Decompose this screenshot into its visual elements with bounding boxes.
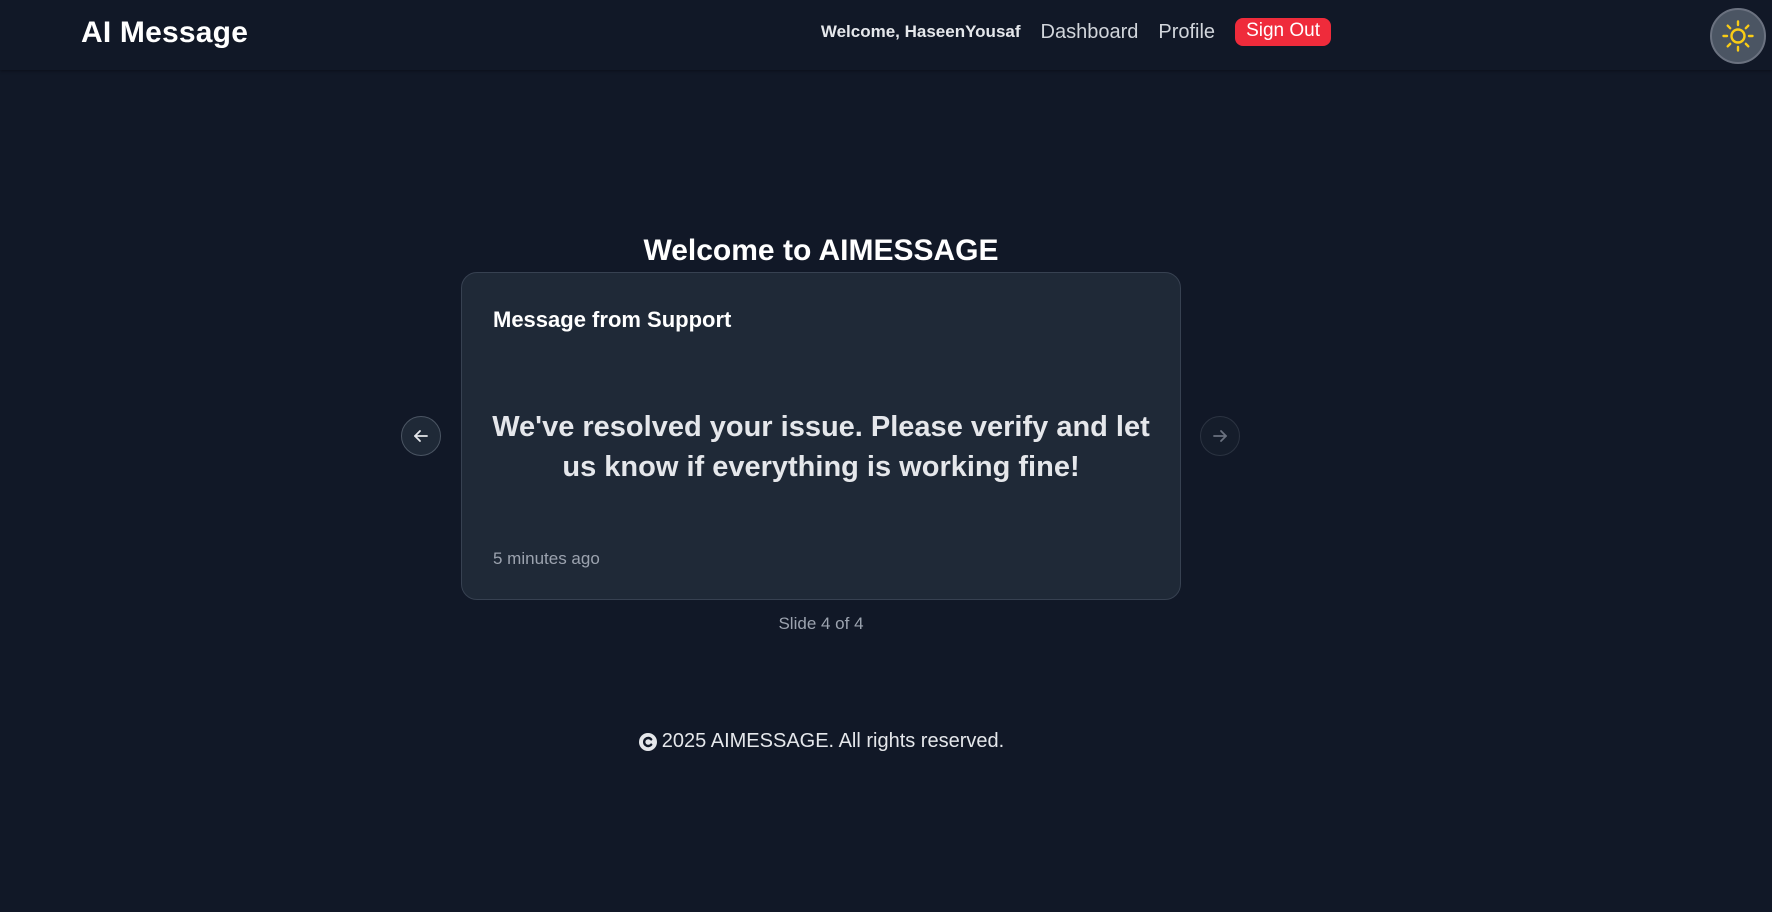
slide-indicator: Slide 4 of 4 xyxy=(778,614,864,633)
arrow-right-icon xyxy=(1213,430,1227,442)
sun-icon xyxy=(1722,20,1754,52)
carousel-prev-button[interactable] xyxy=(401,416,441,456)
sign-out-button[interactable]: Sign Out xyxy=(1235,18,1331,46)
brand-logo-text[interactable]: AI Message xyxy=(81,16,248,50)
welcome-text: Welcome, HaseenYousaf xyxy=(820,22,1021,41)
message-card: Message from Support We've resolved your… xyxy=(461,272,1181,600)
theme-toggle-button[interactable] xyxy=(1710,8,1766,64)
card-title: Message from Support xyxy=(493,307,732,332)
footer: 2025 AIMESSAGE. All rights reserved. xyxy=(0,730,1642,753)
nav-dashboard-link[interactable]: Dashboard xyxy=(1041,21,1139,44)
nav-profile-link[interactable]: Profile xyxy=(1158,21,1215,44)
page-title: Welcome to AIMESSAGE xyxy=(643,234,999,267)
carousel-next-button[interactable] xyxy=(1200,416,1240,456)
top-navbar: AI Message Welcome, HaseenYousaf Dashboa… xyxy=(0,0,1772,70)
card-message: We've resolved your issue. Please verify… xyxy=(492,411,1150,483)
copyright-icon xyxy=(638,732,657,751)
footer-text: 2025 AIMESSAGE. All rights reserved. xyxy=(661,730,1005,752)
card-timestamp: 5 minutes ago xyxy=(493,549,600,568)
arrow-left-icon xyxy=(414,430,428,442)
nav-right: Welcome, HaseenYousaf Dashboard Profile … xyxy=(821,18,1331,46)
